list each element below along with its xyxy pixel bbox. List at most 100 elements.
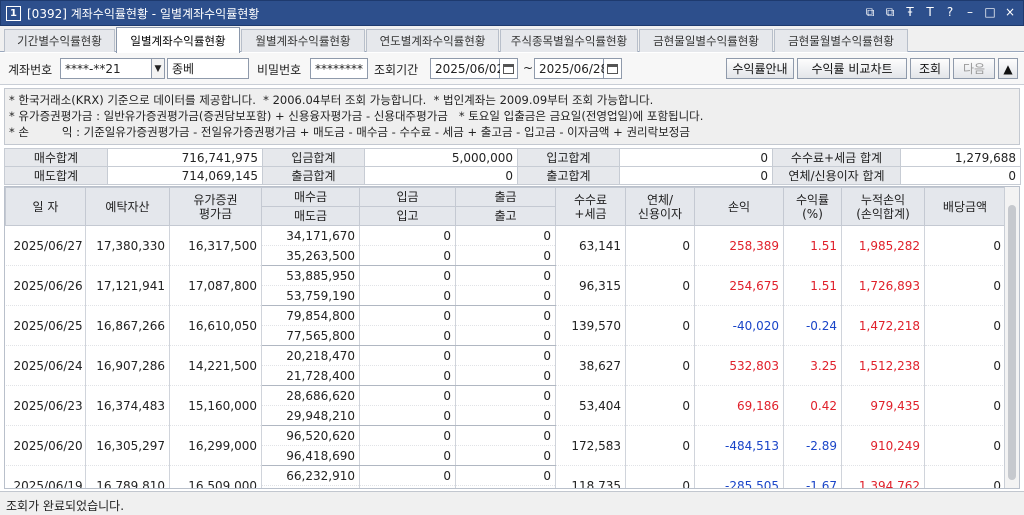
col-return-rate[interactable]: 수익률 (%) — [783, 187, 842, 226]
next-button[interactable]: 다음 — [953, 58, 995, 79]
cell-securities-eval: 14,221,500 — [169, 345, 262, 386]
table-row[interactable]: 2025/06/24 16,907,286 14,221,500 20,218,470… — [5, 345, 1006, 386]
col-securities-eval[interactable]: 유가증권 평가금 — [169, 187, 262, 226]
info-line: * 한국거래소(KRX) 기준으로 데이터를 제공합니다. * 2006.04부… — [9, 93, 654, 107]
col-sell-amount[interactable]: 매도금 — [261, 206, 360, 226]
cell-stock-out: 0 — [455, 405, 556, 426]
cell-cum-pnl: 1,985,282 — [841, 225, 925, 266]
maximize-icon[interactable]: □ — [983, 5, 997, 20]
table-row[interactable]: 2025/06/19 16,789,810 16,509,000 66,232,910… — [5, 465, 1006, 488]
cell-deposit: 0 — [359, 225, 456, 246]
tab-stock-monthly-return[interactable]: 주식종목별월수익률현황 — [500, 29, 638, 52]
interest-total-value: 0 — [900, 166, 1021, 185]
window-titlebar: 1 [0392] 계좌수익률현황 - 일별계좌수익률현황 ⧉ ⧉ Ŧ T ? –… — [0, 0, 1024, 26]
cell-securities-eval: 16,610,050 — [169, 305, 262, 346]
col-deposit-asset[interactable]: 예탁자산 — [85, 187, 170, 226]
calendar-from-button[interactable] — [500, 58, 518, 79]
col-pnl[interactable]: 손익 — [694, 187, 784, 226]
cell-dividend: 0 — [924, 265, 1006, 306]
cell-interest: 0 — [625, 345, 695, 386]
cell-cum-pnl: 910,249 — [841, 425, 925, 466]
cell-deposit: 0 — [359, 425, 456, 446]
cell-pnl: 254,675 — [694, 265, 784, 306]
account-dropdown-button[interactable]: ▼ — [151, 58, 165, 79]
font-icon[interactable]: T — [923, 5, 937, 20]
cell-deposit: 0 — [359, 465, 456, 486]
cell-stock-out: 0 — [455, 325, 556, 346]
cell-withdraw: 0 — [455, 305, 556, 326]
cell-deposit: 0 — [359, 385, 456, 406]
calendar-to-button[interactable] — [604, 58, 622, 79]
table-row[interactable]: 2025/06/20 16,305,297 16,299,000 96,520,620… — [5, 425, 1006, 466]
col-stock-out[interactable]: 출고 — [455, 206, 556, 226]
tab-daily-account-return[interactable]: 일별계좌수익률현황 — [116, 27, 240, 53]
return-guide-button[interactable]: 수익률안내 — [726, 58, 794, 79]
search-button[interactable]: 조회 — [910, 58, 950, 79]
grid-table: 일 자 예탁자산 유가증권 평가금 매수금 입금 출금 수수료 +세금 연체/ … — [5, 187, 1006, 488]
cell-return-rate: -0.24 — [783, 305, 842, 346]
vertical-scrollbar[interactable] — [1004, 187, 1019, 488]
table-row[interactable]: 2025/06/26 17,121,941 17,087,800 53,885,950… — [5, 265, 1006, 306]
cell-stock-in: 0 — [359, 285, 456, 306]
cell-fee-tax: 53,404 — [555, 385, 626, 426]
col-fee-tax[interactable]: 수수료 +세금 — [555, 187, 626, 226]
stock-in-total-value: 0 — [619, 148, 773, 167]
date-to-field[interactable]: 2025/06/28 — [534, 58, 608, 79]
cell-deposit-asset: 17,380,330 — [85, 225, 170, 266]
pin-icon[interactable]: Ŧ — [903, 5, 917, 20]
cell-return-rate: -2.89 — [783, 425, 842, 466]
col-stock-in[interactable]: 입고 — [359, 206, 456, 226]
link-icon[interactable]: ⧉ — [863, 5, 877, 20]
account-number-field[interactable]: ****-**21 — [60, 58, 152, 79]
password-field[interactable]: ******** — [310, 58, 368, 79]
cell-stock-out: 0 — [455, 365, 556, 386]
cell-securities-eval: 16,509,000 — [169, 465, 262, 488]
cell-dividend: 0 — [924, 385, 1006, 426]
tab-gold-monthly-return[interactable]: 금현물월별수익률현황 — [774, 29, 908, 52]
cell-cum-pnl: 1,394,762 — [841, 465, 925, 488]
cell-withdraw: 0 — [455, 385, 556, 406]
return-compare-chart-button[interactable]: 수익률 비교차트 — [797, 58, 907, 79]
date-from-field[interactable]: 2025/06/02 — [430, 58, 504, 79]
collapse-up-button[interactable]: ▲ — [998, 58, 1018, 79]
close-icon[interactable]: × — [1003, 5, 1017, 20]
tab-period-return[interactable]: 기간별수익률현황 — [4, 29, 115, 52]
table-row[interactable]: 2025/06/25 16,867,266 16,610,050 79,854,800… — [5, 305, 1006, 346]
deposit-total-label: 입금합계 — [262, 148, 365, 167]
cell-buy-amount: 34,171,670 — [261, 225, 360, 246]
table-row[interactable]: 2025/06/27 17,380,330 16,317,500 34,171,670… — [5, 225, 1006, 266]
cell-deposit-asset: 16,789,810 — [85, 465, 170, 488]
cell-buy-amount: 96,520,620 — [261, 425, 360, 446]
tab-gold-daily-return[interactable]: 금현물일별수익률현황 — [639, 29, 773, 52]
cell-buy-amount: 28,686,620 — [261, 385, 360, 406]
cell-pnl: -484,513 — [694, 425, 784, 466]
col-dividend[interactable]: 배당금액 — [924, 187, 1006, 226]
cell-dividend: 0 — [924, 225, 1006, 266]
cell-return-rate: 1.51 — [783, 265, 842, 306]
cell-pnl: 69,186 — [694, 385, 784, 426]
scrollbar-thumb[interactable] — [1008, 205, 1016, 480]
window-controls: ⧉ ⧉ Ŧ T ? – □ × — [863, 5, 1017, 20]
cell-date: 2025/06/23 — [5, 385, 86, 426]
col-date[interactable]: 일 자 — [5, 187, 86, 226]
tab-yearly-account-return[interactable]: 연도별계좌수익률현황 — [366, 29, 499, 52]
table-row[interactable]: 2025/06/23 16,374,483 15,160,000 28,686,620… — [5, 385, 1006, 426]
col-interest[interactable]: 연체/ 신용이자 — [625, 187, 695, 226]
cell-dividend: 0 — [924, 425, 1006, 466]
copy-window-icon[interactable]: ⧉ — [883, 5, 897, 20]
cell-sell-amount — [261, 485, 360, 488]
cell-interest: 0 — [625, 425, 695, 466]
cell-stock-in — [359, 485, 456, 488]
minimize-icon[interactable]: – — [963, 5, 977, 20]
cell-date: 2025/06/25 — [5, 305, 86, 346]
col-withdraw[interactable]: 출금 — [455, 187, 556, 207]
tab-monthly-account-return[interactable]: 월별계좌수익률현황 — [241, 29, 365, 52]
cell-dividend: 0 — [924, 465, 1006, 488]
col-deposit[interactable]: 입금 — [359, 187, 456, 207]
help-icon[interactable]: ? — [943, 5, 957, 20]
cell-interest: 0 — [625, 465, 695, 488]
info-line: * 유가증권평가금 : 일반유가증권평가금(증권담보포함) + 신용융자평가금 … — [9, 109, 704, 123]
col-buy-amount[interactable]: 매수금 — [261, 187, 360, 207]
col-cum-pnl[interactable]: 누적손익 (손익합계) — [841, 187, 925, 226]
sell-total-value: 714,069,145 — [107, 166, 263, 185]
